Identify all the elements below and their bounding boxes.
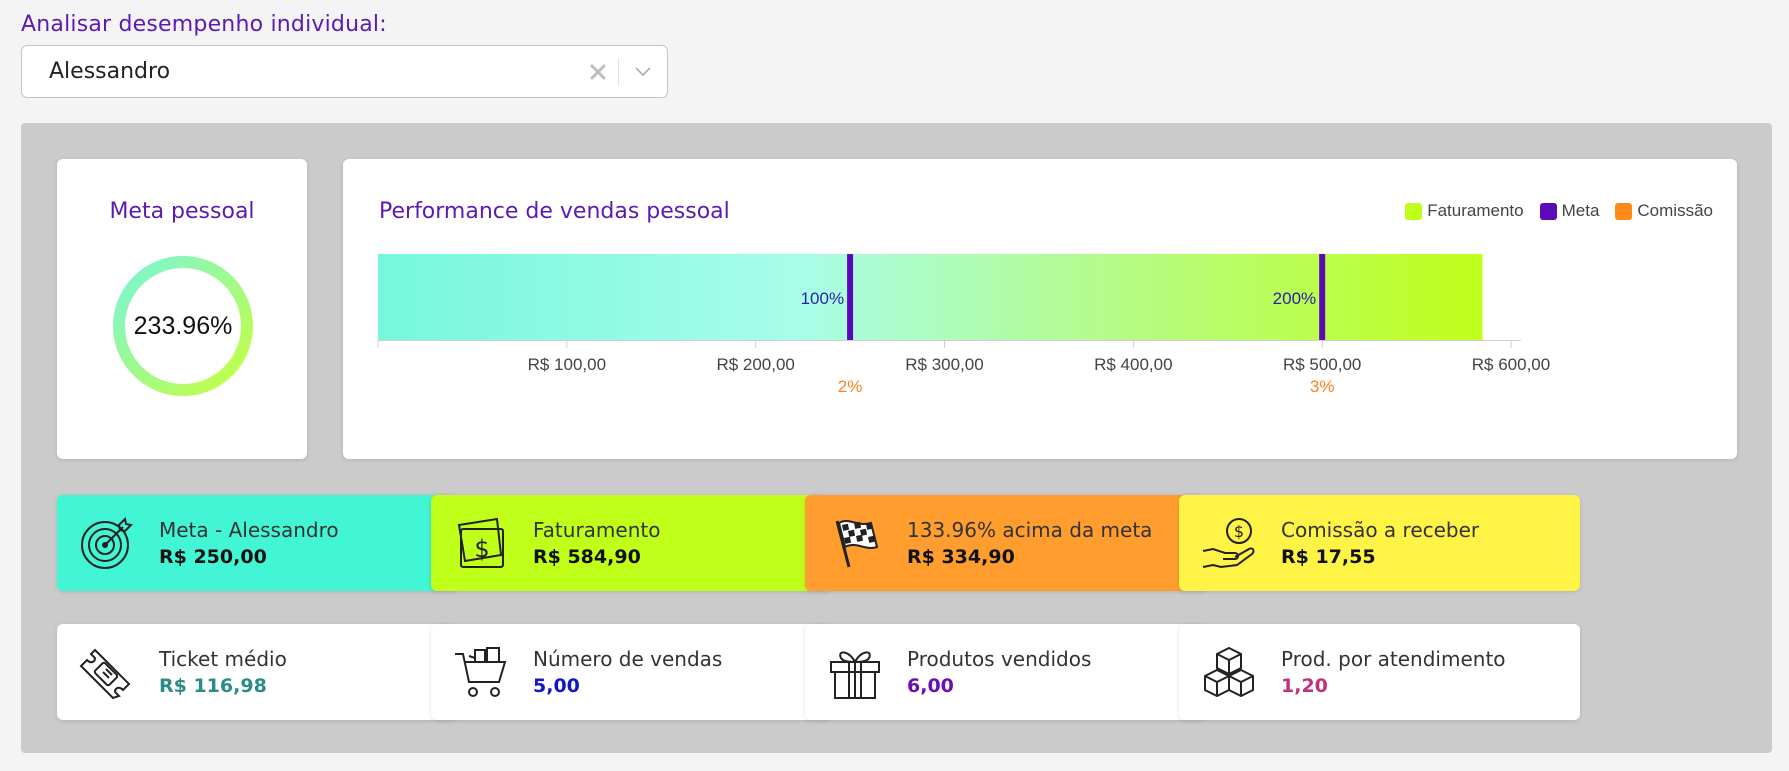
kpi-card-target: Meta - Alessandro R$ 250,00 bbox=[57, 495, 458, 591]
target-icon bbox=[79, 515, 135, 571]
x-tick-label: R$ 400,00 bbox=[1094, 355, 1172, 374]
kpi-label: Número de vendas bbox=[533, 647, 723, 671]
kpi-label: Comissão a receber bbox=[1281, 518, 1480, 542]
kpi-value: 6,00 bbox=[907, 675, 954, 697]
commission-label: 2% bbox=[838, 377, 863, 396]
checkered-flag-icon bbox=[827, 515, 883, 571]
kpi-card-hand-coin: $ Comissão a receber R$ 17,55 bbox=[1179, 495, 1580, 591]
kpi-card-gift: Produtos vendidos 6,00 bbox=[805, 624, 1206, 720]
money-icon: $ bbox=[453, 515, 509, 571]
kpi-label: Produtos vendidos bbox=[907, 647, 1092, 671]
dashboard-panel: Meta pessoal 233.96% Performance de vend… bbox=[21, 123, 1772, 753]
bar-faturamento bbox=[378, 254, 1483, 340]
kpi-label: Meta - Alessandro bbox=[159, 518, 339, 542]
x-tick-label: R$ 200,00 bbox=[716, 355, 794, 374]
x-tick-label: R$ 500,00 bbox=[1283, 355, 1361, 374]
ticket-icon bbox=[79, 644, 135, 700]
performance-chart: R$ 100,00 R$ 200,00 R$ 300,00 R$ 400,00 R$ 5… bbox=[377, 254, 1550, 396]
kpi-value: R$ 334,90 bbox=[907, 546, 1015, 568]
x-tick-label: R$ 100,00 bbox=[528, 355, 606, 374]
kpi-card-shopping-cart: Número de vendas 5,00 bbox=[431, 624, 832, 720]
kpi-label: Ticket médio bbox=[159, 647, 287, 671]
x-tick-label: R$ 300,00 bbox=[905, 355, 983, 374]
kpi-card-boxes: Prod. por atendimento 1,20 bbox=[1179, 624, 1580, 720]
kpi-card-money: $ Faturamento R$ 584,90 bbox=[431, 495, 832, 591]
selector-label: Analisar desempenho individual: bbox=[21, 12, 387, 37]
svg-text:$: $ bbox=[474, 535, 489, 563]
person-select[interactable]: Alessandro bbox=[21, 45, 668, 98]
kpi-value: R$ 116,98 bbox=[159, 675, 267, 697]
kpi-value: R$ 17,55 bbox=[1281, 546, 1376, 568]
kpi-label: Faturamento bbox=[533, 518, 661, 542]
gift-icon bbox=[827, 644, 883, 700]
meta-percent: 233.96% bbox=[133, 311, 233, 340]
kpi-label: 133.96% acima da meta bbox=[907, 518, 1153, 542]
meta-card: Meta pessoal 233.96% bbox=[57, 159, 307, 459]
meta-line bbox=[1319, 254, 1326, 340]
kpi-card-ticket: Ticket médio R$ 116,98 bbox=[57, 624, 458, 720]
x-tick-label: R$ 600,00 bbox=[1472, 355, 1550, 374]
hand-coin-icon: $ bbox=[1201, 515, 1257, 571]
chevron-down-icon[interactable] bbox=[619, 52, 667, 92]
clear-icon[interactable] bbox=[578, 52, 618, 92]
performance-card: Performance de vendas pessoal Faturament… bbox=[343, 159, 1737, 459]
person-select-value: Alessandro bbox=[49, 59, 171, 84]
meta-card-title: Meta pessoal bbox=[109, 199, 255, 224]
kpi-value: R$ 584,90 bbox=[533, 546, 641, 568]
commission-label: 3% bbox=[1310, 377, 1335, 396]
kpi-value: 5,00 bbox=[533, 675, 580, 697]
boxes-icon bbox=[1201, 644, 1257, 700]
meta-line-label: 200% bbox=[1273, 289, 1316, 308]
kpi-value: R$ 250,00 bbox=[159, 546, 267, 568]
shopping-cart-icon bbox=[453, 644, 509, 700]
meta-line bbox=[847, 254, 854, 340]
kpi-card-checkered-flag: 133.96% acima da meta R$ 334,90 bbox=[805, 495, 1206, 591]
kpi-label: Prod. por atendimento bbox=[1281, 647, 1506, 671]
kpi-value: 1,20 bbox=[1281, 675, 1328, 697]
svg-text:$: $ bbox=[1234, 522, 1244, 541]
meta-line-label: 100% bbox=[801, 289, 844, 308]
